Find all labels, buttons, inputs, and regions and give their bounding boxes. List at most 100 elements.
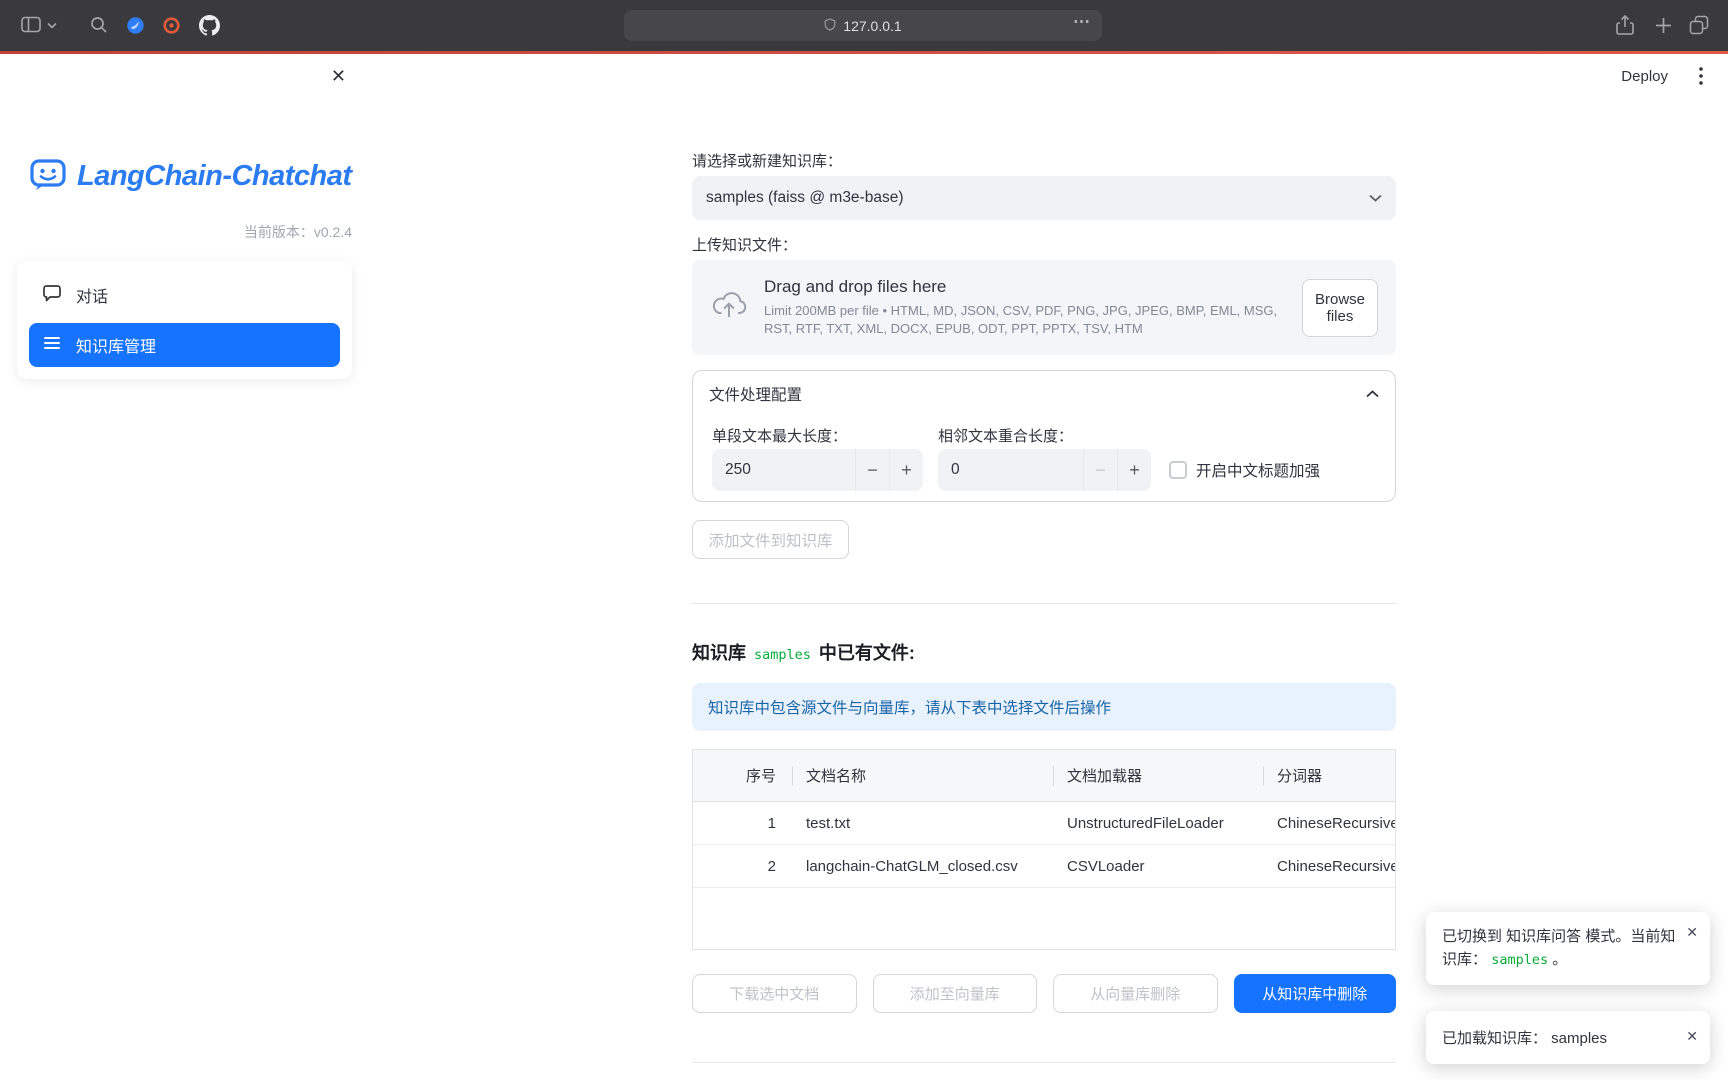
browser-toolbar: 127.0.0.1 ⋯ [0, 0, 1728, 51]
dropzone-texts: Drag and drop files here Limit 200MB per… [764, 277, 1286, 338]
tab-overview-icon[interactable] [1688, 14, 1710, 36]
chevron-down-icon[interactable] [46, 14, 58, 36]
app-header: Deploy [1621, 66, 1710, 86]
chat-bubble-icon [42, 283, 62, 308]
table-header-row: 序号 文档名称 文档加载器 分词器 [693, 750, 1395, 802]
chevron-down-icon [1369, 189, 1382, 207]
files-table: 序号 文档名称 文档加载器 分词器 1 test.txt Unstructure… [692, 749, 1396, 950]
logo: LangChain-Chatchat [28, 154, 352, 199]
cloud-upload-icon [710, 288, 748, 327]
screen: 127.0.0.1 ⋯ Deploy ✕ LangChain-Chatchat … [0, 0, 1728, 1080]
app-icon-blue[interactable] [124, 14, 146, 36]
nav-item-knowledge-base[interactable]: 知识库管理 [29, 323, 340, 367]
cell-name: test.txt [792, 815, 1053, 832]
column-separator [792, 766, 793, 786]
max-length-input[interactable]: 250 − + [712, 449, 923, 491]
kb-selectbox-value: samples (faiss @ m3e-base) [706, 189, 1369, 207]
toast-mode-switched: 已切换到 知识库问答 模式。当前知识库： samples 。 ✕ [1426, 912, 1710, 985]
plus-icon[interactable]: + [1117, 449, 1151, 491]
shield-icon [824, 18, 836, 34]
table-row[interactable]: 1 test.txt UnstructuredFileLoader Chines… [693, 802, 1395, 845]
browse-files-button[interactable]: Browse files [1302, 279, 1378, 337]
version-caption: 当前版本：v0.2.4 [244, 222, 352, 242]
divider [692, 1062, 1396, 1063]
page-settings-icon[interactable]: ⋯ [1073, 12, 1091, 32]
nav-item-label: 知识库管理 [76, 333, 156, 357]
plus-icon[interactable]: + [889, 449, 923, 491]
cell-splitter: ChineseRecursiveT [1263, 858, 1395, 875]
expander-body: 单段文本最大长度： 相邻文本重合长度： 250 − + 0 − + 开启中文标题… [693, 417, 1395, 503]
close-icon[interactable]: ✕ [1686, 922, 1698, 944]
share-icon[interactable] [1614, 14, 1636, 36]
dropzone-title: Drag and drop files here [764, 277, 1286, 297]
table-header-name[interactable]: 文档名称 [792, 765, 1053, 786]
divider [692, 603, 1396, 604]
add-files-button[interactable]: 添加文件到知识库 [692, 520, 849, 559]
main-content: 请选择或新建知识库： samples (faiss @ m3e-base) 上传… [692, 54, 1396, 1080]
file-config-expander: 文件处理配置 单段文本最大长度： 相邻文本重合长度： 250 − + 0 − + [692, 370, 1396, 502]
checkbox-label: 开启中文标题加强 [1196, 459, 1320, 481]
table-header-loader[interactable]: 文档加载器 [1053, 765, 1263, 786]
checkbox-unchecked-icon[interactable] [1169, 461, 1187, 479]
overlap-input[interactable]: 0 − + [938, 449, 1151, 491]
expander-header[interactable]: 文件处理配置 [693, 371, 1395, 417]
kb-select-label: 请选择或新建知识库： [692, 150, 1396, 171]
sidebar: ✕ LangChain-Chatchat 当前版本：v0.2.4 对话 知识库管… [0, 54, 368, 1080]
dropzone-hint: Limit 200MB per file • HTML, MD, JSON, C… [764, 302, 1286, 338]
cell-splitter: ChineseRecursiveT [1263, 815, 1395, 832]
nav-item-dialogue[interactable]: 对话 [29, 273, 340, 317]
deploy-button[interactable]: Deploy [1621, 68, 1668, 85]
table-header-index[interactable]: 序号 [693, 765, 792, 786]
max-length-value[interactable]: 250 [712, 449, 855, 491]
action-buttons: 下载选中文档 添加至向量库 从向量库删除 从知识库中删除 [692, 974, 1396, 1013]
toast-kb-loaded: 已加载知识库： samples ✕ [1426, 1011, 1710, 1064]
cell-index: 2 [693, 858, 792, 875]
delete-from-kb-button[interactable]: 从知识库中删除 [1234, 974, 1397, 1013]
download-selected-button[interactable]: 下载选中文档 [692, 974, 857, 1013]
column-separator [1263, 766, 1264, 786]
chevron-up-icon [1366, 385, 1379, 403]
cell-loader: CSVLoader [1053, 858, 1263, 875]
heading-suffix: 中已有文件: [819, 639, 915, 665]
max-length-label: 单段文本最大长度： [712, 425, 847, 446]
kb-selectbox[interactable]: samples (faiss @ m3e-base) [692, 176, 1396, 220]
file-dropzone[interactable]: Drag and drop files here Limit 200MB per… [692, 260, 1396, 355]
kb-name-code: samples [754, 647, 811, 663]
cell-index: 1 [693, 815, 792, 832]
nav-item-label: 对话 [76, 283, 108, 307]
minus-icon[interactable]: − [855, 449, 889, 491]
sidebar-toggle-icon[interactable] [20, 14, 42, 36]
main-menu-icon[interactable] [1692, 66, 1710, 86]
url-bar[interactable]: 127.0.0.1 ⋯ [624, 10, 1102, 41]
new-tab-icon[interactable] [1652, 14, 1674, 36]
toast-text: 已加载知识库： samples [1442, 1027, 1607, 1048]
logo-chat-icon [28, 154, 68, 199]
search-icon[interactable] [88, 14, 110, 36]
add-to-vector-button[interactable]: 添加至向量库 [873, 974, 1038, 1013]
minus-icon[interactable]: − [1083, 449, 1117, 491]
github-icon[interactable] [198, 14, 220, 36]
toast-kb-code: samples [1491, 952, 1548, 968]
column-separator [1053, 766, 1054, 786]
app-icon-orange[interactable] [160, 14, 182, 36]
upload-label: 上传知识文件： [692, 234, 1396, 255]
kb-files-heading: 知识库 samples 中已有文件: [692, 639, 1396, 665]
close-icon[interactable]: ✕ [1686, 1028, 1698, 1045]
table-row[interactable]: 2 langchain-ChatGLM_closed.csv CSVLoader… [693, 845, 1395, 888]
table-header-splitter[interactable]: 分词器 [1263, 765, 1395, 786]
nav-menu: 对话 知识库管理 [17, 261, 352, 379]
delete-from-vector-button[interactable]: 从向量库删除 [1053, 974, 1218, 1013]
info-alert: 知识库中包含源文件与向量库，请从下表中选择文件后操作 [692, 683, 1396, 731]
overlap-value[interactable]: 0 [938, 449, 1083, 491]
knowledge-base-icon [42, 333, 62, 358]
url-text: 127.0.0.1 [843, 18, 901, 34]
logo-text: LangChain-Chatchat [77, 160, 352, 193]
overlap-label: 相邻文本重合长度： [938, 425, 1073, 446]
cell-name: langchain-ChatGLM_closed.csv [792, 858, 1053, 875]
cell-loader: UnstructuredFileLoader [1053, 815, 1263, 832]
expander-title: 文件处理配置 [709, 383, 1366, 405]
toast-text-suffix: 。 [1552, 951, 1567, 968]
sidebar-close-icon[interactable]: ✕ [331, 66, 346, 87]
heading-prefix: 知识库 [692, 639, 746, 665]
title-enhance-checkbox-row[interactable]: 开启中文标题加强 [1169, 459, 1320, 481]
